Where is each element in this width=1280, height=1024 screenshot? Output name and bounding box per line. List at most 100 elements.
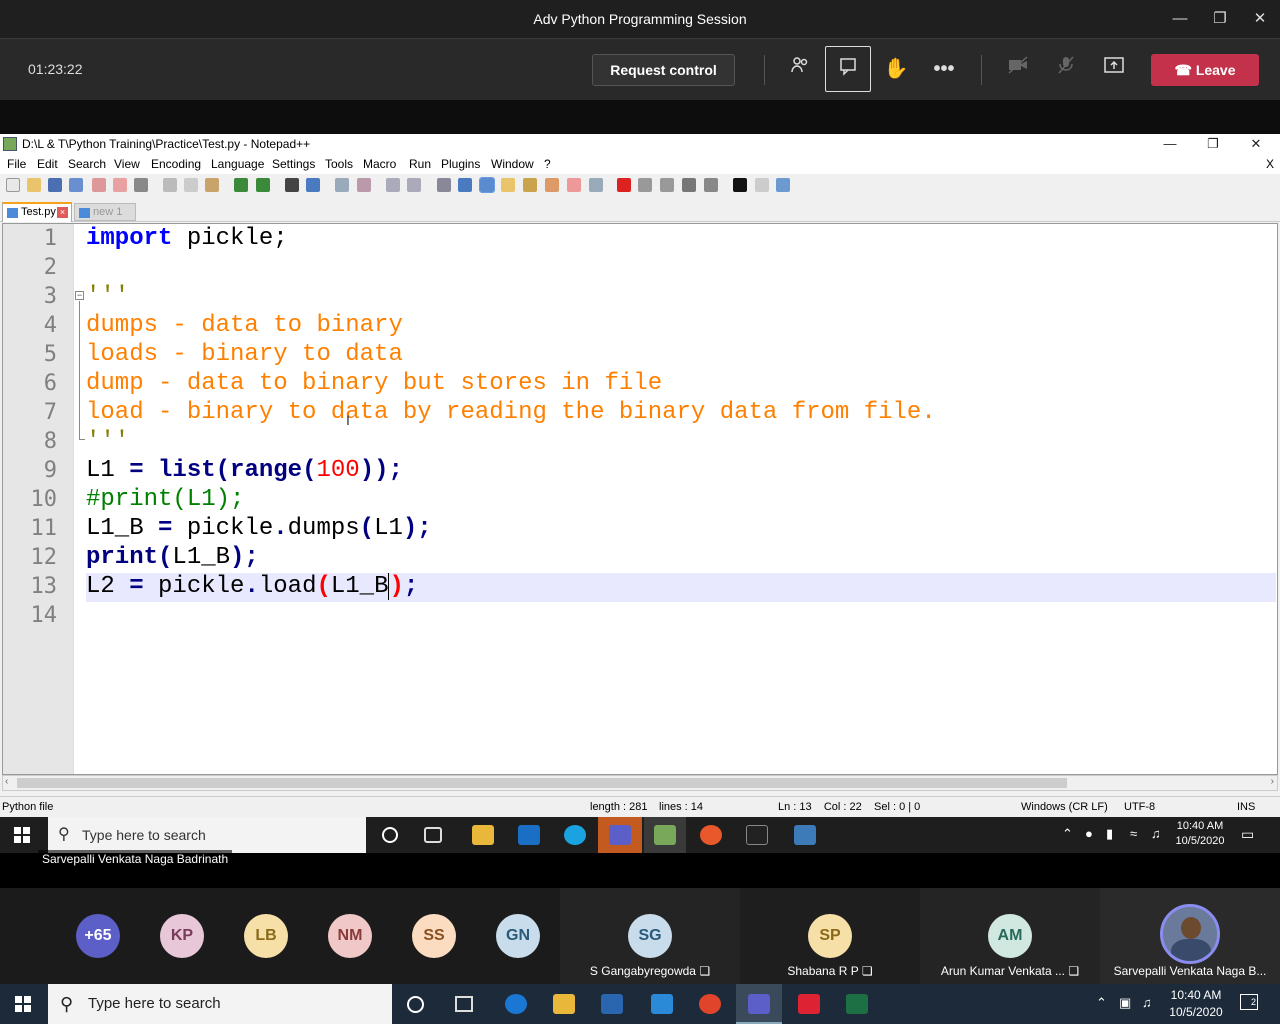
participant-tile-self[interactable]: Sarvepalli Venkata Naga B...	[1100, 888, 1280, 984]
mic-off-icon[interactable]	[1043, 46, 1089, 92]
os-clock[interactable]: 10:40 AM 10/5/2020	[1166, 987, 1226, 1021]
close-icon[interactable]: ✕	[1240, 0, 1280, 38]
record-macro-icon[interactable]	[617, 178, 631, 192]
firefox-icon[interactable]	[700, 825, 722, 845]
zoom-out-icon[interactable]	[357, 178, 371, 192]
os-search-box[interactable]: ⚲ Type here to search	[48, 984, 392, 1024]
eye-icon[interactable]	[589, 178, 603, 192]
menu-macro[interactable]: Macro	[363, 154, 396, 174]
wifi-icon[interactable]: ≈	[1130, 826, 1137, 841]
npp-minimize-icon[interactable]: —	[1150, 134, 1190, 154]
participant-tile[interactable]: AM Arun Kumar Venkata ... ❏	[920, 888, 1100, 984]
word-wrap-icon[interactable]	[437, 178, 451, 192]
leave-button[interactable]: ☎ Leave	[1151, 54, 1259, 86]
more-participants-avatar[interactable]: +65	[76, 914, 120, 958]
notification-center-icon[interactable]: 2	[1240, 994, 1258, 1010]
tray-chevron-icon[interactable]: ⌃	[1096, 995, 1107, 1011]
restore-icon[interactable]: ❐	[1200, 0, 1240, 38]
file-explorer-icon[interactable]	[472, 825, 494, 845]
cmd-icon[interactable]	[746, 825, 768, 845]
code-editor[interactable]: 1 2 3 4 5 6 7 8 9 10 11 12 13 14 − impor…	[2, 223, 1278, 775]
scroll-right-icon[interactable]: ›	[1271, 776, 1274, 787]
sync-horizontal-icon[interactable]	[407, 178, 421, 192]
paste-icon[interactable]	[205, 178, 219, 192]
play-macro-icon[interactable]	[660, 178, 674, 192]
office-icon[interactable]	[798, 994, 820, 1014]
sync-vertical-icon[interactable]	[386, 178, 400, 192]
store-icon[interactable]	[601, 994, 623, 1014]
scroll-left-icon[interactable]: ‹	[5, 776, 8, 787]
volume-icon[interactable]: ♫	[1151, 826, 1161, 841]
python-icon[interactable]	[794, 825, 816, 845]
scroll-thumb[interactable]	[17, 778, 1067, 788]
save-icon[interactable]	[48, 178, 62, 192]
chrome-icon[interactable]	[699, 994, 721, 1014]
minimize-icon[interactable]: —	[1160, 0, 1200, 38]
volume-icon[interactable]: ♫	[1142, 995, 1152, 1010]
new-file-icon[interactable]	[6, 178, 20, 192]
tab-close-icon[interactable]: ×	[57, 207, 68, 218]
plugin-icon-2[interactable]	[776, 178, 790, 192]
tab-new-1[interactable]: new 1	[74, 203, 136, 221]
menu-run[interactable]: Run	[409, 154, 431, 174]
participant-tile[interactable]: SP Shabana R P ❏	[740, 888, 920, 984]
teams-taskbar-item[interactable]	[736, 984, 782, 1024]
doc-map-icon[interactable]	[501, 178, 515, 192]
windows-start-icon[interactable]	[14, 827, 30, 843]
task-view-icon[interactable]	[455, 996, 473, 1012]
menu-settings[interactable]: Settings	[272, 154, 315, 174]
battery-icon[interactable]: ▮	[1106, 826, 1113, 842]
run-macro-multiple-icon[interactable]	[682, 178, 696, 192]
menu-encoding[interactable]: Encoding	[151, 154, 201, 174]
chat-icon[interactable]	[825, 46, 871, 92]
fold-collapse-icon[interactable]: −	[75, 291, 84, 300]
taskbar-search-box[interactable]: ⚲ Type here to search	[48, 817, 366, 853]
request-control-button[interactable]: Request control	[592, 54, 735, 86]
print-icon[interactable]	[134, 178, 148, 192]
menu-edit[interactable]: Edit	[37, 154, 58, 174]
stop-macro-icon[interactable]	[638, 178, 652, 192]
menu-window[interactable]: Window	[491, 154, 534, 174]
skype-icon[interactable]	[564, 825, 586, 845]
more-options-icon[interactable]: •••	[921, 46, 967, 92]
edge-icon[interactable]	[505, 994, 527, 1014]
notification-icon[interactable]: ▭	[1241, 826, 1254, 843]
indent-guide-icon[interactable]	[479, 177, 495, 193]
camera-off-icon[interactable]	[995, 46, 1041, 92]
horizontal-scrollbar[interactable]: ‹ ›	[2, 775, 1278, 791]
zoom-in-icon[interactable]	[335, 178, 349, 192]
mic-tray-icon[interactable]: ●	[1085, 826, 1093, 841]
share-screen-icon[interactable]	[1091, 46, 1137, 92]
find-icon[interactable]	[285, 178, 299, 192]
notepadpp-taskbar-item[interactable]	[644, 817, 686, 853]
save-macro-icon[interactable]	[704, 178, 718, 192]
tray-chevron-icon[interactable]: ⌃	[1062, 826, 1073, 842]
show-all-chars-icon[interactable]	[458, 178, 472, 192]
menu-plugins[interactable]: Plugins	[441, 154, 480, 174]
folder-workspace-icon[interactable]	[545, 178, 559, 192]
tab-test-py[interactable]: Test.py ×	[2, 202, 72, 222]
cut-icon[interactable]	[163, 178, 177, 192]
close-file-icon[interactable]	[92, 178, 106, 192]
replace-icon[interactable]	[306, 178, 320, 192]
save-all-icon[interactable]	[69, 178, 83, 192]
cortana-icon[interactable]	[407, 996, 424, 1013]
mail-icon[interactable]	[651, 994, 673, 1014]
monitor-icon[interactable]	[567, 178, 581, 192]
network-icon[interactable]: ▣	[1119, 995, 1131, 1011]
menu-view[interactable]: View	[114, 154, 140, 174]
npp-restore-icon[interactable]: ❐	[1193, 134, 1233, 154]
menu-file[interactable]: File	[7, 154, 26, 174]
participants-icon[interactable]	[777, 46, 823, 92]
raise-hand-icon[interactable]: ✋	[873, 46, 919, 92]
task-view-icon[interactable]	[424, 827, 442, 843]
cortana-icon[interactable]	[382, 827, 398, 843]
avatar[interactable]: SS	[412, 914, 456, 958]
npp-close-icon[interactable]: ✕	[1236, 134, 1276, 154]
plugin-icon[interactable]	[755, 178, 769, 192]
undo-icon[interactable]	[234, 178, 248, 192]
redo-icon[interactable]	[256, 178, 270, 192]
avatar[interactable]: LB	[244, 914, 288, 958]
json-viewer-icon[interactable]	[733, 178, 747, 192]
outlook-icon[interactable]	[518, 825, 540, 845]
